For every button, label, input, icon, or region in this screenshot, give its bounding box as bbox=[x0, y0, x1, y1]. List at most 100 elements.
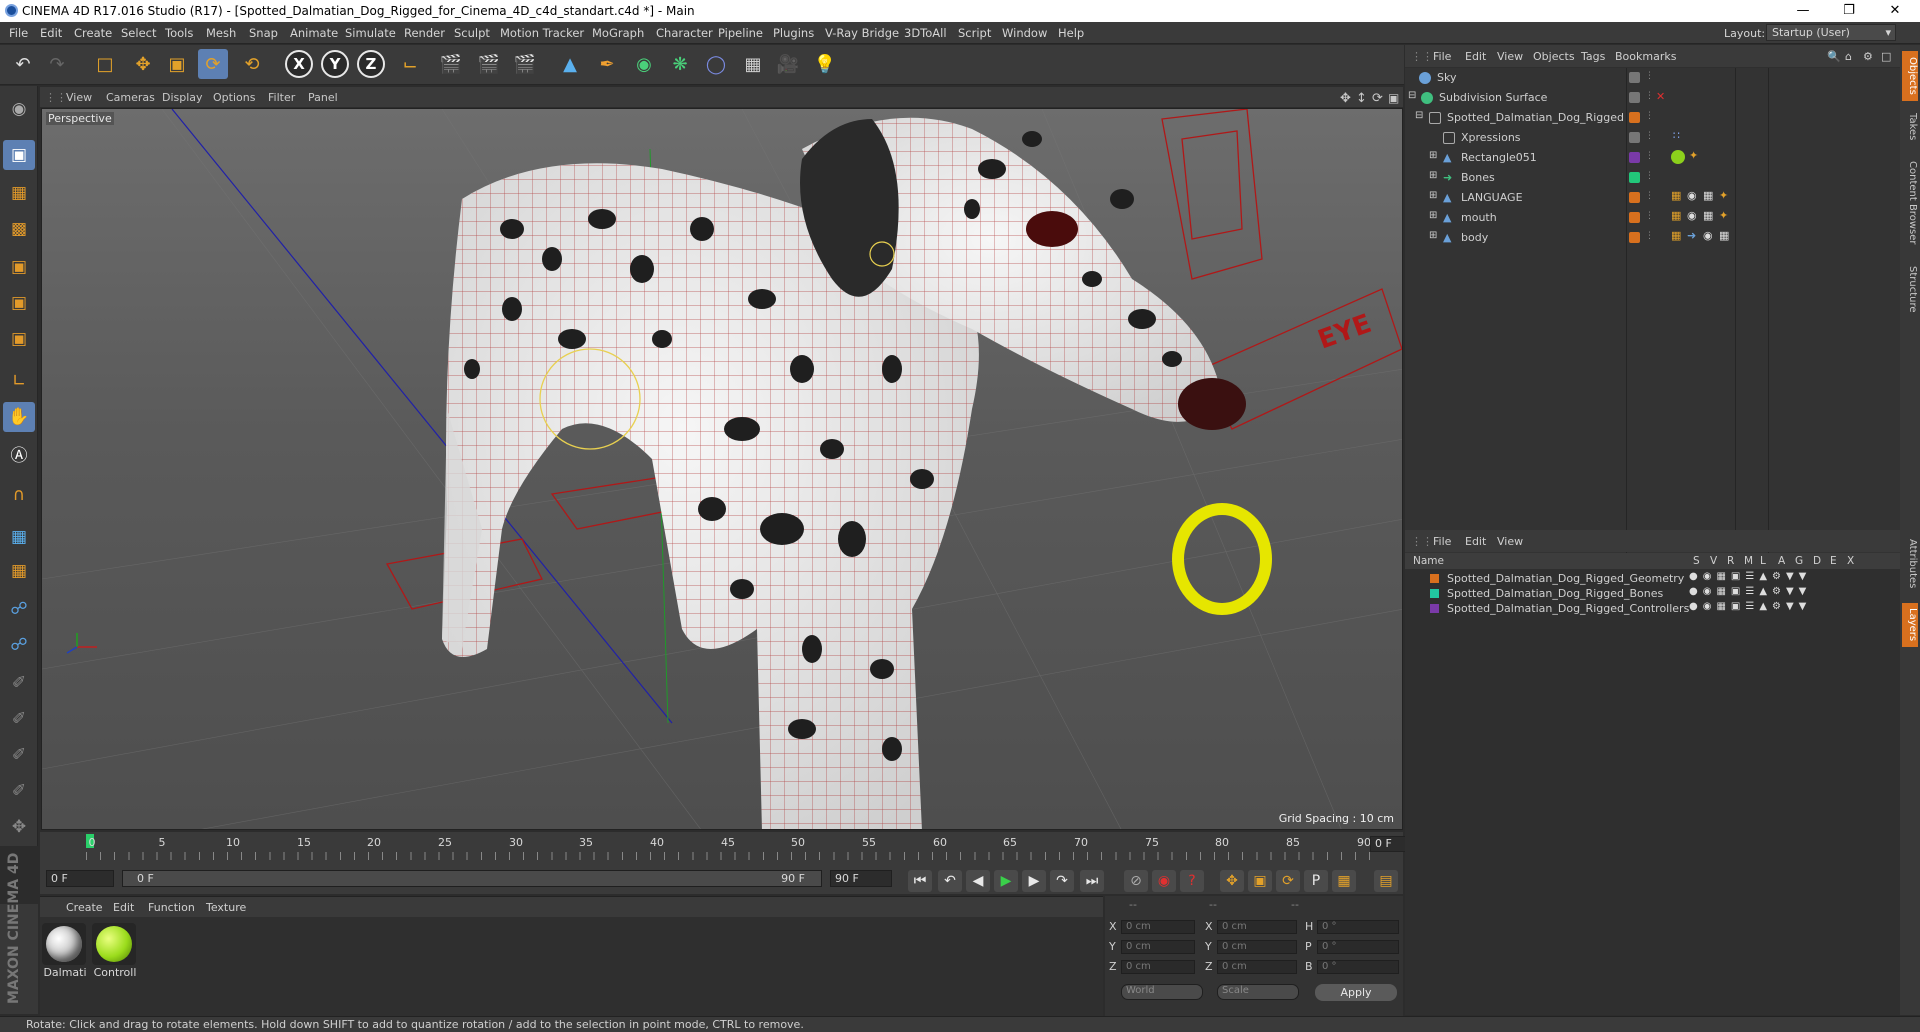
visibility-dots-icon[interactable]: ⋮ bbox=[1645, 91, 1654, 101]
material-controller[interactable]: Controll bbox=[92, 923, 138, 981]
key-pla-icon[interactable]: ▦ bbox=[1332, 870, 1356, 892]
light-icon[interactable]: 💡 bbox=[810, 49, 840, 79]
layer-row-geometry[interactable]: Spotted_Dalmatian_Dog_Rigged_Geometry ●◉… bbox=[1405, 571, 1900, 586]
scale-dropdown[interactable]: Scale bbox=[1217, 984, 1299, 1000]
home-icon[interactable]: ⌂ bbox=[1845, 50, 1852, 63]
layer-flags-icons[interactable]: ●◉▦▣☰▲⚙▼▼ bbox=[1689, 586, 1811, 597]
z-axis-lock-icon[interactable]: Z bbox=[357, 50, 385, 78]
python-icon[interactable]: ☍ bbox=[3, 594, 35, 624]
menu-animate[interactable]: Animate bbox=[290, 26, 338, 40]
tab-takes[interactable]: Takes bbox=[1902, 107, 1918, 147]
goto-start-icon[interactable]: ⏮ bbox=[908, 870, 932, 892]
viewport-maximize-icon[interactable]: ▣ bbox=[1388, 91, 1399, 105]
visibility-dots-icon[interactable]: ⋮ bbox=[1645, 191, 1654, 201]
tab-layers[interactable]: Layers bbox=[1902, 603, 1918, 647]
new-view-icon[interactable]: □ bbox=[1881, 50, 1891, 63]
layer-color-swatch[interactable] bbox=[1430, 574, 1439, 583]
y-axis-lock-icon[interactable]: Y bbox=[321, 50, 349, 78]
object-row-rectangle051[interactable]: ⊞ ▲ Rectangle051 ⋮ ✦ bbox=[1405, 148, 1900, 168]
maximize-icon[interactable]: ❐ bbox=[1826, 0, 1872, 22]
object-row-language[interactable]: ⊞ ▲ LANGUAGE ⋮ ▦ ◉ ▦ ✦ bbox=[1405, 188, 1900, 208]
redo-icon[interactable]: ↷ bbox=[42, 49, 72, 79]
position-y-field[interactable]: 0 cm bbox=[1121, 940, 1195, 954]
om-menu-file[interactable]: File bbox=[1433, 50, 1451, 63]
visibility-dots-icon[interactable]: ⋮ bbox=[1645, 231, 1654, 241]
material-menu-texture[interactable]: Texture bbox=[206, 901, 246, 914]
current-frame-field[interactable]: 0 F bbox=[46, 870, 114, 887]
texture-mode-icon[interactable]: ▦ bbox=[3, 178, 35, 208]
om-menu-objects[interactable]: Objects bbox=[1533, 50, 1575, 63]
weight-tag-icon[interactable]: ▦ bbox=[1671, 189, 1681, 202]
floor-icon[interactable]: ▦ bbox=[738, 49, 768, 79]
range-end-field[interactable]: 90 F bbox=[830, 870, 892, 887]
om-menu-edit[interactable]: Edit bbox=[1465, 50, 1486, 63]
deformer-icon[interactable]: ◯ bbox=[701, 49, 731, 79]
texture-tag-icon[interactable]: ◉ bbox=[1687, 189, 1697, 202]
position-x-field[interactable]: 0 cm bbox=[1121, 920, 1195, 934]
key-scale-icon[interactable]: ▣ bbox=[1248, 870, 1272, 892]
render-view-icon[interactable]: 🎬 bbox=[436, 49, 466, 79]
subdivision-surface-icon[interactable]: ◉ bbox=[629, 49, 659, 79]
om-menu-tags[interactable]: Tags bbox=[1581, 50, 1605, 63]
record-keys-icon[interactable]: ⊘ bbox=[1124, 870, 1148, 892]
disabled-x-icon[interactable]: ✕ bbox=[1656, 90, 1665, 103]
workplane-mode-icon[interactable]: ▩ bbox=[3, 214, 35, 244]
menu-3dtoall[interactable]: 3DToAll bbox=[904, 26, 947, 40]
grab-brush-icon[interactable]: ✐ bbox=[3, 776, 35, 806]
object-row-xpressions[interactable]: Xpressions ⋮ ∷ bbox=[1405, 128, 1900, 148]
weight-tag-icon[interactable]: ▦ bbox=[1671, 229, 1681, 242]
menu-file[interactable]: File bbox=[9, 26, 28, 40]
collapse-icon[interactable]: ⊟ bbox=[1415, 110, 1423, 121]
live-selection-icon[interactable]: □ bbox=[90, 49, 120, 79]
size-z-field[interactable]: 0 cm bbox=[1217, 960, 1297, 974]
layer-swatch[interactable] bbox=[1629, 232, 1640, 243]
apply-button[interactable]: Apply bbox=[1315, 984, 1397, 1001]
lm-menu-file[interactable]: File bbox=[1433, 535, 1451, 548]
viewport-menu-filter[interactable]: Filter bbox=[268, 91, 295, 104]
minimize-icon[interactable]: — bbox=[1780, 0, 1826, 22]
snap-icon[interactable]: Ⓐ bbox=[3, 438, 35, 468]
menu-select[interactable]: Select bbox=[121, 26, 156, 40]
object-row-bones[interactable]: ⊞ ➜ Bones ⋮ bbox=[1405, 168, 1900, 188]
object-row-body[interactable]: ⊞ ▲ body ⋮ ▦ ➜ ◉ ▦ bbox=[1405, 228, 1900, 248]
layer-swatch[interactable] bbox=[1629, 92, 1640, 103]
keyframe-selection-icon[interactable]: ? bbox=[1180, 870, 1204, 892]
om-menu-bookmarks[interactable]: Bookmarks bbox=[1615, 50, 1676, 63]
visibility-dots-icon[interactable]: ⋮ bbox=[1645, 171, 1654, 181]
menu-mesh[interactable]: Mesh bbox=[206, 26, 236, 40]
cloner-icon[interactable]: ❋ bbox=[665, 49, 695, 79]
pose-morph-tag-icon[interactable]: ➜ bbox=[1687, 229, 1696, 242]
key-rotation-icon[interactable]: ⟳ bbox=[1276, 870, 1300, 892]
tab-structure[interactable]: Structure bbox=[1902, 259, 1918, 319]
coordinate-system-icon[interactable]: ⌙ bbox=[395, 49, 425, 79]
layer-row-controllers[interactable]: Spotted_Dalmatian_Dog_Rigged_Controllers… bbox=[1405, 601, 1900, 616]
object-row-mouth[interactable]: ⊞ ▲ mouth ⋮ ▦ ◉ ▦ ✦ bbox=[1405, 208, 1900, 228]
viewport-rotate-icon[interactable]: ⟳ bbox=[1372, 91, 1383, 106]
skin-tag-icon[interactable]: ✦ bbox=[1719, 209, 1728, 222]
next-key-icon[interactable]: ↷ bbox=[1050, 870, 1074, 892]
cube-object-icon[interactable]: ▲ bbox=[555, 49, 585, 79]
viewport-menu-cameras[interactable]: Cameras bbox=[106, 91, 155, 104]
expand-icon[interactable]: ⊞ bbox=[1429, 190, 1437, 201]
xpresso-tag-icon[interactable]: ∷ bbox=[1673, 129, 1680, 142]
spline-pen-icon[interactable]: ✒ bbox=[592, 49, 622, 79]
render-picture-viewer-icon[interactable]: 🎬 bbox=[474, 49, 504, 79]
menu-simulate[interactable]: Simulate bbox=[345, 26, 396, 40]
viewport-zoom-icon[interactable]: ↕ bbox=[1356, 91, 1367, 106]
render-settings-icon[interactable]: 🎬 bbox=[510, 49, 540, 79]
frame-ruler[interactable]: 0 5 10 15 20 25 30 35 40 45 50 55 60 65 … bbox=[86, 832, 1376, 862]
frame-range-slider[interactable]: 0 F 90 F bbox=[122, 870, 822, 887]
move-icon[interactable]: ✥ bbox=[128, 49, 158, 79]
key-parameter-icon[interactable]: P bbox=[1304, 870, 1328, 892]
menu-render[interactable]: Render bbox=[404, 26, 445, 40]
material-menu-create[interactable]: Create bbox=[66, 901, 103, 914]
viewport-menu-view[interactable]: View bbox=[66, 91, 92, 104]
menu-mograph[interactable]: MoGraph bbox=[592, 26, 644, 40]
layer-color-swatch[interactable] bbox=[1430, 604, 1439, 613]
layer-swatch[interactable] bbox=[1629, 112, 1640, 123]
python-script-icon[interactable]: ☍ bbox=[3, 630, 35, 660]
visibility-dots-icon[interactable]: ⋮ bbox=[1645, 131, 1654, 141]
visibility-dots-icon[interactable]: ⋮ bbox=[1645, 71, 1654, 81]
object-row-dalmatian-rigged[interactable]: ⊟ Spotted_Dalmatian_Dog_Rigged ⋮ bbox=[1405, 108, 1900, 128]
search-icon[interactable]: 🔍 bbox=[1827, 50, 1841, 63]
